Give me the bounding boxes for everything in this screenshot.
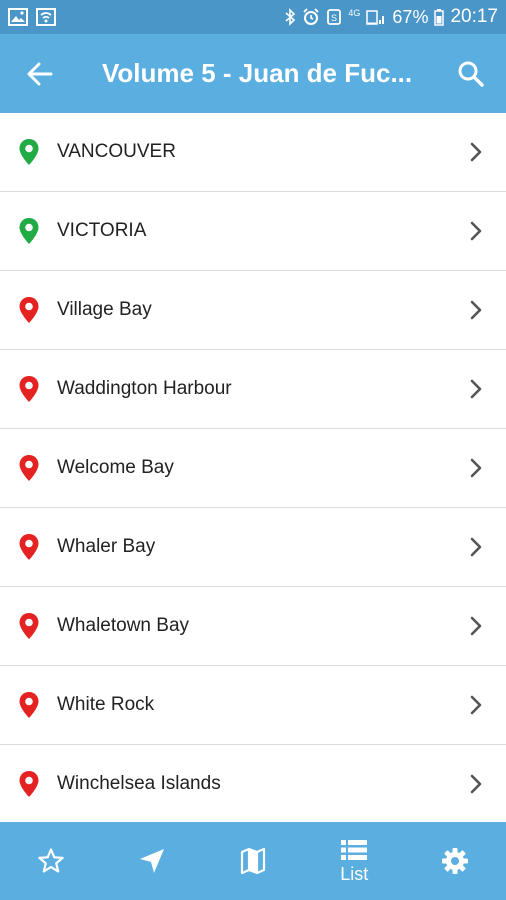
list-item-label: Village Bay: [57, 299, 152, 320]
bottom-navigation: List: [0, 822, 506, 900]
gallery-notification-icon: [8, 8, 28, 26]
alarm-icon: [302, 8, 320, 26]
location-pin-icon: [0, 691, 57, 719]
signal-icon: [366, 8, 386, 26]
bluetooth-icon: [284, 8, 296, 26]
chevron-right-icon: [446, 774, 506, 794]
list-item[interactable]: Whaler Bay: [0, 508, 506, 587]
list-item-label: VANCOUVER: [57, 141, 176, 162]
list-item-label: White Rock: [57, 694, 155, 715]
list-item[interactable]: Village Bay: [0, 271, 506, 350]
list-item[interactable]: VICTORIA: [0, 192, 506, 271]
location-pin-icon: [0, 612, 57, 640]
navigation-arrow-icon: [139, 849, 164, 873]
star-icon: [37, 848, 64, 873]
list-tab-label: List: [340, 863, 369, 884]
status-bar: S 4G 67% 20:17: [0, 0, 506, 34]
nearby-tab[interactable]: [101, 822, 202, 900]
list-item[interactable]: VANCOUVER: [0, 113, 506, 192]
location-pin-icon: [0, 296, 57, 324]
svg-text:S: S: [331, 13, 337, 23]
list-item[interactable]: Whaletown Bay: [0, 587, 506, 666]
chevron-right-icon: [446, 537, 506, 557]
list-item-label: Welcome Bay: [57, 457, 174, 478]
settings-tab[interactable]: [405, 822, 506, 900]
map-tab[interactable]: [202, 822, 303, 900]
location-pin-icon: [0, 770, 57, 798]
back-button[interactable]: [0, 34, 80, 113]
list-item-label: Waddington Harbour: [57, 378, 232, 399]
location-pin-icon: [0, 217, 57, 245]
chevron-right-icon: [446, 142, 506, 162]
list-item[interactable]: Winchelsea Islands: [0, 745, 506, 824]
arrow-left-icon: [27, 62, 53, 85]
search-icon: [458, 61, 484, 87]
list-item-label: Whaler Bay: [57, 536, 156, 557]
page-title: Volume 5 - Juan de Fuc...: [102, 58, 413, 88]
location-pin-icon: [0, 533, 57, 561]
chevron-right-icon: [446, 221, 506, 241]
chevron-right-icon: [446, 458, 506, 478]
clock-time: 20:17: [450, 6, 498, 27]
location-pin-icon: [0, 454, 57, 482]
list-item-label: Whaletown Bay: [57, 615, 190, 636]
chevron-right-icon: [446, 695, 506, 715]
list-tab[interactable]: List: [304, 822, 405, 900]
list-item[interactable]: Welcome Bay: [0, 429, 506, 508]
battery-icon: [434, 8, 445, 26]
map-icon: [240, 847, 266, 875]
location-list: VANCOUVER VICTORIA Village Bay Waddingto…: [0, 113, 506, 824]
chevron-right-icon: [446, 616, 506, 636]
list-item[interactable]: White Rock: [0, 666, 506, 745]
data-saver-icon: S: [326, 8, 342, 26]
location-pin-icon: [0, 138, 57, 166]
chevron-right-icon: [446, 300, 506, 320]
location-pin-icon: [0, 375, 57, 403]
list-item-label: VICTORIA: [57, 220, 147, 241]
list-item-label: Winchelsea Islands: [57, 773, 221, 794]
network-type-label: 4G: [348, 8, 361, 18]
battery-percent: 67%: [392, 6, 429, 27]
list-icon: [341, 839, 368, 860]
search-button[interactable]: [436, 34, 506, 113]
app-bar: Volume 5 - Juan de Fuc...: [0, 34, 506, 113]
chevron-right-icon: [446, 379, 506, 399]
gear-icon: [442, 848, 469, 874]
list-item[interactable]: Waddington Harbour: [0, 350, 506, 429]
wifi-box-notification-icon: [36, 8, 56, 26]
favorites-tab[interactable]: [0, 822, 101, 900]
